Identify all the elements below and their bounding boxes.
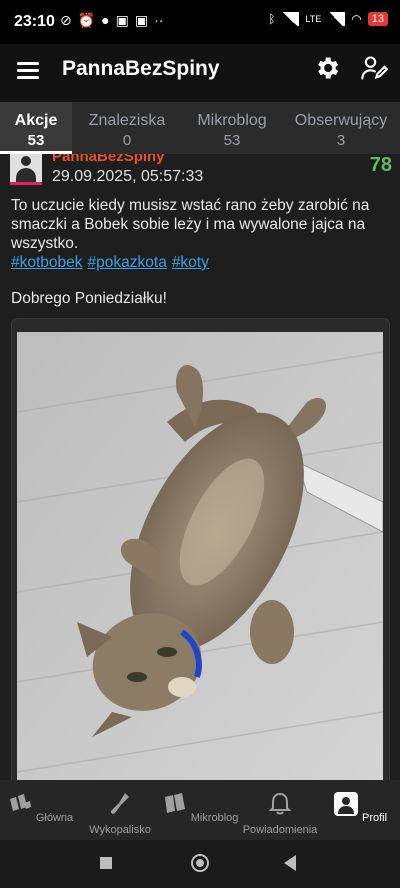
nav-powiadomienia[interactable]: Powiadomienia [240, 780, 320, 840]
status-time: 23:10 [14, 13, 55, 30]
app-icon: ▣ [115, 12, 129, 28]
nav-label: Profil [362, 812, 388, 824]
post-greeting: Dobrego Poniedziałku! [11, 290, 167, 307]
nav-label: Mikroblog [190, 812, 239, 824]
battery-icon: 13 [367, 12, 388, 26]
nav-wykopalisko[interactable]: Wykopalisko [80, 780, 160, 840]
ball-icon: ● [101, 12, 110, 28]
signal-icon [281, 12, 300, 26]
tab-znaleziska[interactable]: Znaleziska 0 [72, 102, 182, 154]
post-text: To uczucie kiedy musisz wstać rano żeby … [11, 197, 370, 252]
post: PannaBezSpiny 78 29.09.2025, 05:57:33 To… [0, 154, 400, 780]
bluetooth-icon: ᛒ [268, 12, 276, 26]
notification-icons: ⊘ ⏰ ● ▣ ▣ ·· [60, 12, 163, 29]
alarm-icon: ⏰ [77, 12, 96, 28]
edit-profile-icon[interactable] [360, 54, 389, 82]
more-icon: ·· [154, 12, 164, 28]
tag-link[interactable]: #kotbobek [11, 254, 83, 271]
home-icon [9, 794, 31, 811]
nav-label: Wykopalisko [89, 824, 151, 836]
post-score[interactable]: 78 [370, 154, 392, 177]
network-type: LTE [305, 14, 322, 24]
post-tags: #kotbobek #pokazkota #koty [11, 253, 391, 272]
nav-mikroblog[interactable]: Mikroblog [160, 780, 240, 840]
tag-link[interactable]: #koty [172, 254, 209, 271]
alarm-off-icon: ⊘ [60, 12, 72, 28]
signal-icon [327, 12, 346, 26]
profile-icon [333, 792, 358, 816]
shovel-icon [110, 793, 129, 814]
tab-count: 53 [223, 132, 241, 149]
recents-button[interactable] [100, 857, 112, 869]
tab-label: Obserwujący [294, 112, 388, 129]
profile-tabs: Akcje 53 Znaleziska 0 Mikroblog 53 Obser… [0, 102, 400, 154]
tag-link[interactable]: #pokazkota [88, 254, 167, 271]
tab-count: 0 [122, 132, 132, 149]
bell-icon [268, 792, 292, 815]
tab-count: 3 [336, 132, 346, 149]
status-right: ᛒ LTE ◠ 13 [268, 12, 388, 26]
post-author[interactable]: PannaBezSpiny [52, 154, 165, 165]
cat-photo[interactable] [17, 332, 383, 780]
system-nav-bar [0, 840, 400, 888]
tab-mikroblog[interactable]: Mikroblog 53 [182, 102, 282, 154]
status-bar: 23:10 ⊘ ⏰ ● ▣ ▣ ·· ᛒ LTE ◠ 13 [0, 0, 400, 44]
app-title: PannaBezSpiny [62, 57, 220, 80]
tab-obserwujacy[interactable]: Obserwujący 3 [282, 102, 400, 154]
bottom-nav: Główna Wykopalisko Mikroblog Powiadomien… [0, 780, 400, 840]
tab-akcje[interactable]: Akcje 53 [0, 102, 72, 154]
post-image-card[interactable] [11, 318, 390, 780]
tab-label: Mikroblog [197, 112, 267, 129]
wifi-icon: ◠ [351, 12, 362, 26]
post-date: 29.09.2025, 05:57:33 [52, 168, 204, 185]
nav-glowna[interactable]: Główna [0, 780, 80, 840]
post-body: To uczucie kiedy musisz wstać rano żeby … [11, 196, 391, 272]
gear-icon[interactable] [313, 54, 341, 82]
app-bar: PannaBezSpiny [0, 44, 400, 102]
mikroblog-icon [164, 793, 185, 813]
avatar[interactable] [10, 154, 42, 185]
tab-label: Znaleziska [88, 112, 166, 129]
tab-count: 53 [27, 132, 45, 149]
menu-icon[interactable] [17, 58, 39, 79]
home-button[interactable] [191, 854, 209, 872]
nav-profil[interactable]: Profil [320, 780, 400, 840]
nav-label: Główna [35, 812, 74, 824]
tab-label: Akcje [14, 112, 58, 129]
nav-label: Powiadomienia [242, 824, 318, 836]
app-icon: ▣ [134, 12, 149, 28]
back-button[interactable] [284, 855, 296, 871]
